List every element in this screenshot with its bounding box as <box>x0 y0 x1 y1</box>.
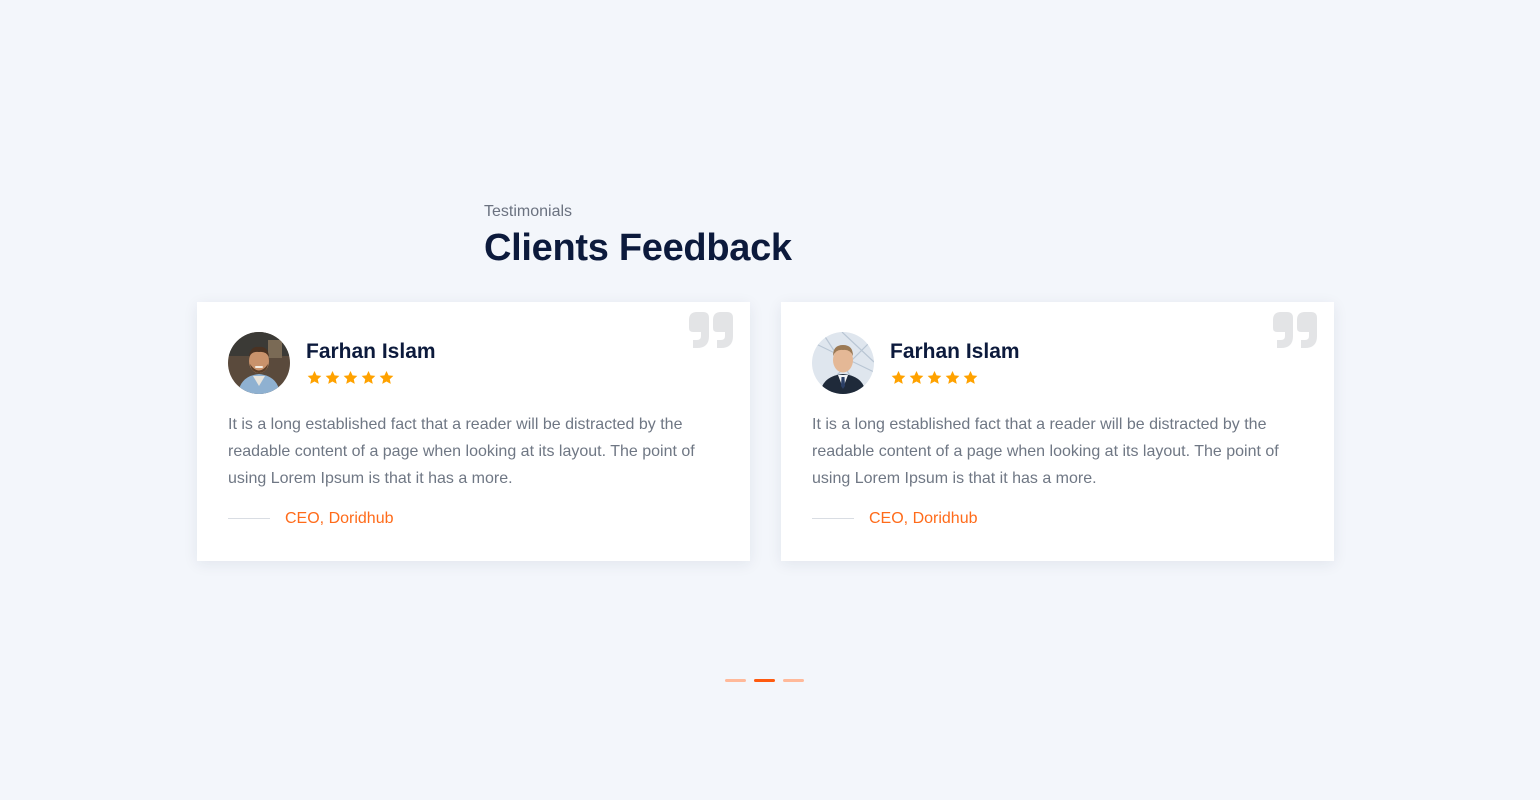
section-header: Testimonials Clients Feedback <box>484 202 792 270</box>
star-icon <box>927 371 942 384</box>
client-name: Farhan Islam <box>306 340 436 363</box>
rating-stars <box>306 370 395 386</box>
testimonial-card: Farhan Islam It is a long established fa… <box>781 302 1334 561</box>
star-icon <box>361 371 376 384</box>
star-icon <box>343 371 358 384</box>
quote-icon <box>689 312 733 348</box>
testimonial-card: Farhan Islam It is a long established fa… <box>197 302 750 561</box>
role-divider <box>812 518 854 519</box>
client-name: Farhan Islam <box>890 340 1020 363</box>
person-avatar-casual-icon <box>228 332 290 394</box>
carousel-pagination <box>725 679 804 682</box>
section-title: Clients Feedback <box>484 227 792 269</box>
star-icon <box>379 371 394 384</box>
role-divider <box>228 518 270 519</box>
star-icon <box>891 371 906 384</box>
carousel-dot-3[interactable] <box>783 679 804 682</box>
person-avatar-suit-icon <box>812 332 874 394</box>
star-icon <box>963 371 978 384</box>
star-icon <box>909 371 924 384</box>
carousel-dot-1[interactable] <box>725 679 746 682</box>
rating-stars <box>890 370 979 386</box>
star-icon <box>307 371 322 384</box>
client-role: CEO, Doridhub <box>869 510 978 527</box>
section-subtitle: Testimonials <box>484 203 573 220</box>
quote-icon <box>1273 312 1317 348</box>
testimonial-text: It is a long established fact that a rea… <box>228 416 695 487</box>
testimonial-text: It is a long established fact that a rea… <box>812 416 1279 487</box>
star-icon <box>325 371 340 384</box>
star-icon <box>945 371 960 384</box>
client-role: CEO, Doridhub <box>285 510 394 527</box>
carousel-dot-2[interactable] <box>754 679 775 682</box>
